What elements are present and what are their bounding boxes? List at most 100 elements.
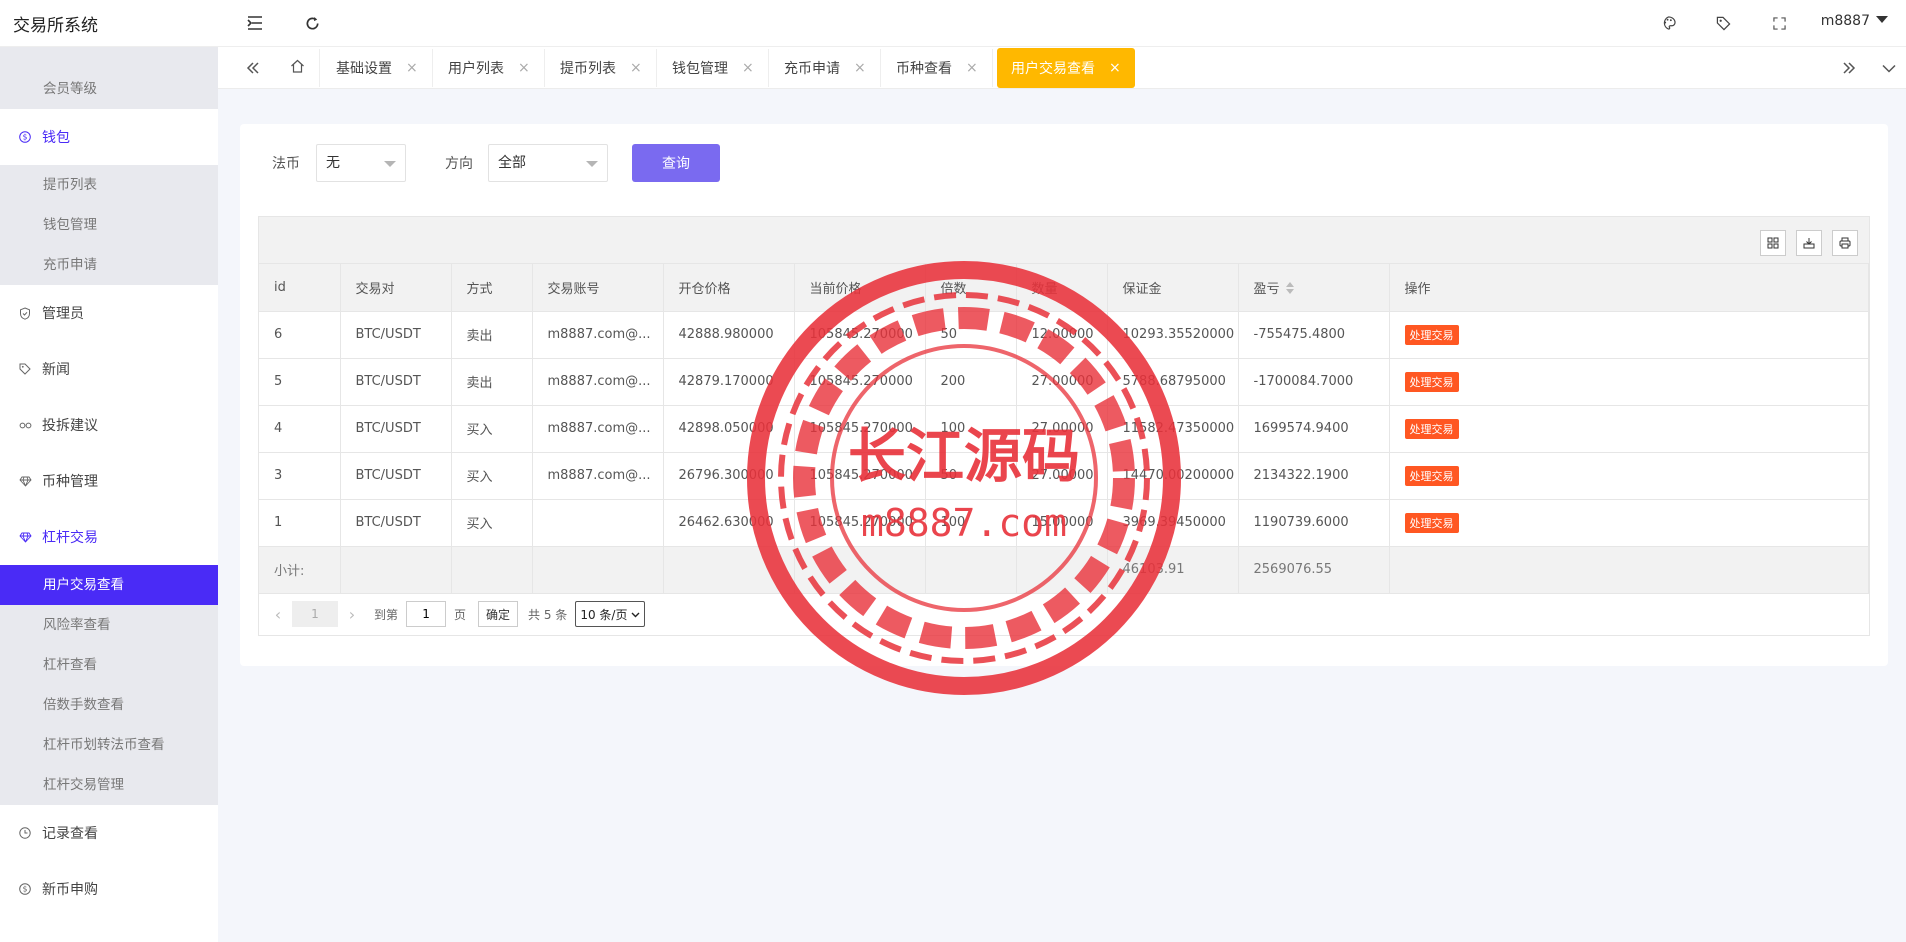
close-icon[interactable]: × xyxy=(742,60,754,76)
direction-select-value: 全部 xyxy=(498,155,526,171)
sidebar-item-leverage-view[interactable]: 杠杆查看 xyxy=(0,645,218,685)
pagination: ‹ 1 › 到第 页 确定 共 5 条 10 条/页 xyxy=(258,592,646,636)
sidebar-item-leverage[interactable]: 杠杆交易 xyxy=(0,509,218,565)
export-icon[interactable] xyxy=(1796,230,1822,256)
tabs-menu-chevron-down-icon[interactable] xyxy=(1878,57,1900,79)
theme-palette-icon[interactable] xyxy=(1657,12,1679,34)
sidebar: 会员等级 $ 钱包 提币列表 钱包管理 充币申请 管理员 新闻 投拆建议 币种管… xyxy=(0,47,218,942)
tab-home[interactable] xyxy=(276,49,320,87)
table-cell: 26796.300000 xyxy=(663,452,795,500)
table-cell xyxy=(532,546,664,594)
process-trade-button[interactable]: 处理交易 xyxy=(1404,512,1459,533)
page-size-select[interactable]: 10 条/页 xyxy=(575,601,646,627)
sidebar-item-new-coin[interactable]: $ 新币申购 xyxy=(0,861,218,917)
close-icon[interactable]: × xyxy=(518,60,530,76)
next-page-icon[interactable]: › xyxy=(342,601,362,627)
sidebar-item-records[interactable]: 记录查看 xyxy=(0,805,218,861)
table-cell: 42888.980000 xyxy=(663,311,795,359)
tab-label: 用户交易查看 xyxy=(1011,61,1095,77)
table-cell-action: 处理交易 xyxy=(1389,405,1869,453)
table-cell: 105845.270000 xyxy=(794,405,926,453)
tab-currency-view[interactable]: 币种查看 × xyxy=(882,49,993,87)
table-cell: 卖出 xyxy=(451,358,533,406)
tab-deposit-apply[interactable]: 充币申请 × xyxy=(770,49,881,87)
sidebar-item-withdraw-list[interactable]: 提币列表 xyxy=(0,165,218,205)
prev-page-icon[interactable]: ‹ xyxy=(268,601,288,627)
close-icon[interactable]: × xyxy=(966,60,978,76)
goto-label: 到第 xyxy=(374,607,399,622)
close-icon[interactable]: × xyxy=(1109,60,1121,76)
sidebar-item-member-level[interactable]: 会员等级 xyxy=(0,69,218,109)
table-cell: BTC/USDT xyxy=(340,311,452,359)
tabs-scroll-right-icon[interactable] xyxy=(1838,57,1860,79)
sidebar-item-wallet-manage[interactable]: 钱包管理 xyxy=(0,205,218,245)
tab-label: 基础设置 xyxy=(336,61,392,77)
table-cell: BTC/USDT xyxy=(340,358,452,406)
close-icon[interactable]: × xyxy=(630,60,642,76)
tab-withdraw-list[interactable]: 提币列表 × xyxy=(546,49,657,87)
page-label: 页 xyxy=(454,607,467,622)
table-cell: 15.00000 xyxy=(1016,499,1108,547)
total-margin: 46103.91 xyxy=(1107,546,1239,594)
process-trade-button[interactable]: 处理交易 xyxy=(1404,371,1459,392)
table-cell: 6 xyxy=(259,311,341,359)
column-header: 开仓价格 xyxy=(663,264,795,312)
sidebar-item-hidden[interactable] xyxy=(0,47,218,69)
table-cell xyxy=(663,546,795,594)
table-cell: -755475.4800 xyxy=(1238,311,1390,359)
sidebar-item-label: 钱包 xyxy=(42,130,70,146)
sidebar-item-label: 币种管理 xyxy=(42,474,98,490)
fiat-select[interactable]: 无 xyxy=(316,144,406,182)
user-menu[interactable]: m8887 xyxy=(1821,13,1888,29)
table-cell: 105845.270000 xyxy=(794,499,926,547)
table-cell-action: 处理交易 xyxy=(1389,311,1869,359)
table-header-row: id 交易对 方式 交易账号 开仓价格 当前价格 倍数 数量 保证金 盈亏 操作 xyxy=(259,264,1869,312)
table-cell: 1190739.6000 xyxy=(1238,499,1390,547)
sidebar-item-currency-manage[interactable]: 币种管理 xyxy=(0,453,218,509)
main-card: 法币 无 方向 全部 查询 id 交易对 方式 交易账号 开仓价格 当前价格 倍… xyxy=(240,124,1888,666)
refresh-icon[interactable] xyxy=(301,12,323,34)
tab-user-trades[interactable]: 用户交易查看 × xyxy=(997,48,1135,88)
print-icon[interactable] xyxy=(1832,230,1858,256)
tab-user-list[interactable]: 用户列表 × xyxy=(434,49,545,87)
tab-basic-settings[interactable]: 基础设置 × xyxy=(322,49,433,87)
sidebar-item-user-trades[interactable]: 用户交易查看 xyxy=(0,565,218,605)
tabs-scroll-left-icon[interactable] xyxy=(242,57,264,79)
caret-down-icon xyxy=(1876,16,1888,23)
goto-confirm-button[interactable]: 确定 xyxy=(478,601,519,627)
tab-label: 用户列表 xyxy=(448,61,504,77)
collapse-menu-icon[interactable] xyxy=(244,12,266,34)
fullscreen-icon[interactable] xyxy=(1768,12,1790,34)
sort-icon[interactable] xyxy=(1285,281,1294,294)
sidebar-item-admin[interactable]: 管理员 xyxy=(0,285,218,341)
table-cell-action: 处理交易 xyxy=(1389,499,1869,547)
query-button[interactable]: 查询 xyxy=(632,144,720,182)
tag-icon[interactable] xyxy=(1712,12,1734,34)
tab-label: 充币申请 xyxy=(784,61,840,77)
column-header-pnl[interactable]: 盈亏 xyxy=(1238,264,1390,312)
diamond-icon xyxy=(18,474,32,488)
columns-filter-icon[interactable] xyxy=(1760,230,1786,256)
close-icon[interactable]: × xyxy=(406,60,418,76)
sidebar-item-multiplier-view[interactable]: 倍数手数查看 xyxy=(0,685,218,725)
current-page[interactable]: 1 xyxy=(292,601,338,627)
table-cell: 1699574.9400 xyxy=(1238,405,1390,453)
process-trade-button[interactable]: 处理交易 xyxy=(1404,418,1459,439)
sidebar-item-suggestion[interactable]: 投拆建议 xyxy=(0,397,218,453)
sidebar-item-leverage-manage[interactable]: 杠杆交易管理 xyxy=(0,765,218,805)
sidebar-item-deposit-apply[interactable]: 充币申请 xyxy=(0,245,218,285)
table-total-row: 小计: 46103.91 2569076.55 xyxy=(259,546,1869,594)
process-trade-button[interactable]: 处理交易 xyxy=(1404,465,1459,486)
table-cell: BTC/USDT xyxy=(340,405,452,453)
tab-wallet-manage[interactable]: 钱包管理 × xyxy=(658,49,769,87)
column-header: 当前价格 xyxy=(794,264,926,312)
goto-page-input[interactable] xyxy=(406,601,447,627)
sidebar-item-wallet[interactable]: $ 钱包 xyxy=(0,109,218,165)
process-trade-button[interactable]: 处理交易 xyxy=(1404,324,1459,345)
sidebar-item-news[interactable]: 新闻 xyxy=(0,341,218,397)
sidebar-item-transfer-view[interactable]: 杠杆币划转法币查看 xyxy=(0,725,218,765)
sidebar-item-risk-rate[interactable]: 风险率查看 xyxy=(0,605,218,645)
table-cell: 12.00000 xyxy=(1016,311,1108,359)
close-icon[interactable]: × xyxy=(854,60,866,76)
direction-select[interactable]: 全部 xyxy=(488,144,608,182)
